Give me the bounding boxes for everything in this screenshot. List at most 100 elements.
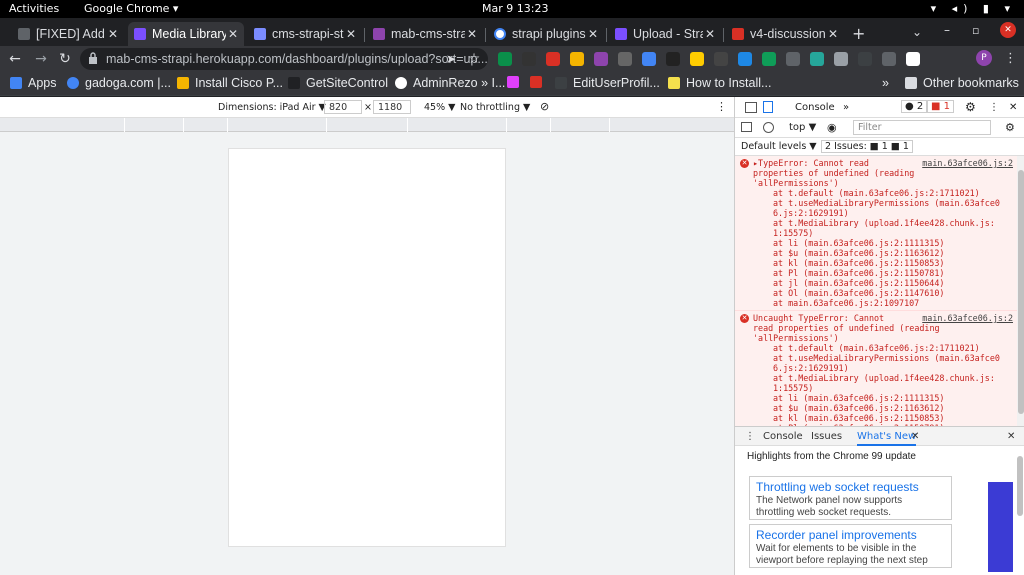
emulated-page[interactable] [228,148,506,547]
app-menu[interactable]: Google Chrome ▾ [84,2,178,15]
stack-trace-line[interactable]: 1:15575) [753,383,1013,393]
tab-search-icon[interactable]: ⌄ [912,25,922,39]
sidebar-toggle-icon[interactable] [741,122,752,132]
tab-cms-strapi[interactable]: cms-strapi-sto ✕ [248,22,362,46]
tab-close-icon[interactable]: ✕ [226,27,240,41]
drawer-tab-whats-new[interactable]: What's New [857,431,917,446]
stack-trace-line[interactable]: at kl (main.63afce06.js:2:1150853) [753,413,1013,423]
activities-button[interactable]: Activities [9,2,59,15]
stack-trace-line[interactable]: at t.useMediaLibraryPermissions (main.63… [753,353,1013,363]
stack-trace-line[interactable]: at $u (main.63afce06.js:2:1163612) [753,403,1013,413]
bookmark-apps[interactable]: Apps [10,76,57,90]
error-source-link[interactable]: main.63afce06.js:2 [922,313,1013,323]
stack-trace-line[interactable]: at Ol (main.63afce06.js:2:1147610) [753,288,1013,298]
device-toggle-icon[interactable] [763,101,773,113]
console-scrollbar[interactable] [1017,156,1024,426]
stack-trace-line[interactable]: at jl (main.63afce06.js:2:1150644) [753,278,1013,288]
stack-trace-line[interactable]: 6.js:2:1629191) [753,208,1013,218]
tab-strapi-plugins[interactable]: strapi plugins ✕ [488,22,604,46]
log-levels-select[interactable]: Default levels ▼ [741,141,817,152]
console-error-entry[interactable]: ✕ main.63afce06.js:2 ▸TypeError: Cannot re… [735,156,1017,311]
ext-x-icon[interactable] [738,52,752,66]
console-output[interactable]: ✕ main.63afce06.js:2 ▸TypeError: Cannot re… [735,156,1017,426]
ext-circle-icon[interactable] [642,52,656,66]
chrome-menu-icon[interactable]: ⋮ [1004,51,1017,66]
tab-fixed-add[interactable]: [FIXED] Add b ✕ [12,22,124,46]
bookmark-instagram[interactable] [507,76,525,88]
inspect-element-icon[interactable] [745,102,757,113]
stack-trace-line[interactable]: at $u (main.63afce06.js:2:1163612) [753,248,1013,258]
issues-counter-button[interactable]: 2 Issues: ■ 1 ■ 1 [821,140,913,153]
devtools-close-icon[interactable]: ✕ [1009,102,1017,113]
whats-new-card[interactable]: Recorder panel improvements Wait for ele… [749,524,952,568]
stack-trace-line[interactable]: at li (main.63afce06.js:2:1111315) [753,393,1013,403]
stack-trace-line[interactable]: 1:15575) [753,228,1013,238]
forward-button[interactable]: → [32,50,50,68]
ext-wifi-icon[interactable] [522,52,536,66]
ext-gear-icon[interactable] [618,52,632,66]
devtools-menu-icon[interactable]: ⋮ [989,102,999,113]
card-title[interactable]: Recorder panel improvements [756,528,945,542]
other-bookmarks[interactable]: Other bookmarks [905,76,1019,90]
console-error-entry[interactable]: ✕ main.63afce06.js:2 Uncaught TypeError: C… [735,311,1017,426]
minimize-button[interactable]: – [944,23,950,37]
bookmark-gadoga[interactable]: gadoga.com |... [67,76,171,90]
media-query-ruler[interactable] [0,118,734,132]
bookmark-how-to-install[interactable]: How to Install... [668,76,771,90]
stack-trace-line[interactable]: at t.default (main.63afce06.js:2:1711021… [753,343,1013,353]
tab-close-icon[interactable]: ✕ [826,27,840,41]
bookmark-star-icon[interactable]: ☆ [465,50,483,68]
tab-close-icon[interactable]: ✕ [344,27,358,41]
tab-close-icon[interactable]: ✕ [586,27,600,41]
drawer-tab-close-icon[interactable]: ✕ [911,431,919,442]
ext-arrow-icon[interactable] [762,52,776,66]
console-settings-gear-icon[interactable]: ⚙ [1005,121,1015,134]
ext-fl-icon[interactable] [666,52,680,66]
stack-trace-line[interactable]: at Pl (main.63afce06.js:2:1150781) [753,268,1013,278]
bookmark-getsitecontrol[interactable]: GetSiteControl [288,76,388,90]
zoom-select[interactable]: 45% ▼ [424,102,455,113]
clear-console-icon[interactable] [763,122,774,133]
rotate-icon[interactable]: ⊘ [540,100,549,113]
ext-puzzle-icon[interactable] [882,52,896,66]
scrollbar-thumb[interactable] [1018,170,1024,414]
stack-trace-line[interactable]: 6.js:2:1629191) [753,363,1013,373]
tab-console[interactable]: Console [795,102,835,113]
new-tab-button[interactable]: + [852,24,865,43]
ext-grid-icon[interactable] [690,52,704,66]
tab-v4-discussion[interactable]: v4-discussion ✕ [726,22,844,46]
stack-trace-line[interactable]: at t.MediaLibrary (upload.1f4ee428.chunk… [753,218,1013,228]
drawer-close-icon[interactable]: ✕ [1007,431,1015,442]
clock[interactable]: Mar 9 13:23 [482,2,548,15]
tab-close-icon[interactable]: ✕ [106,27,120,41]
whats-new-card[interactable]: Throttling web socket requests The Netwo… [749,476,952,520]
ext-globe-icon[interactable] [834,52,848,66]
ext-green-icon[interactable] [498,52,512,66]
settings-gear-icon[interactable]: ⚙ [965,100,976,114]
address-bar[interactable]: mab-cms-strapi.herokuapp.com/dashboard/p… [80,48,488,70]
bookmark-youtube[interactable] [530,76,548,88]
stack-trace-line[interactable]: at kl (main.63afce06.js:2:1150853) [753,258,1013,268]
tab-upload-strapi[interactable]: Upload - Strap ✕ [609,22,721,46]
issues-badge[interactable]: ■ 1 [927,100,954,113]
context-select[interactable]: top ▼ [789,122,816,133]
tab-close-icon[interactable]: ✕ [703,27,717,41]
tab-close-icon[interactable]: ✕ [465,27,479,41]
ext-vue-icon[interactable] [714,52,728,66]
drawer-menu-icon[interactable]: ⋮ [745,431,755,442]
drawer-tab-console[interactable]: Console [763,431,803,442]
panel-scrollbar-thumb[interactable] [1017,456,1023,516]
ext-purple-icon[interactable] [594,52,608,66]
stack-trace-line[interactable]: at li (main.63afce06.js:2:1111315) [753,238,1013,248]
console-filter-input[interactable]: Filter [853,120,991,135]
device-width-input[interactable]: 820 [324,100,362,114]
error-source-link[interactable]: main.63afce06.js:2 [922,158,1013,168]
throttling-select[interactable]: No throttling ▼ [460,102,530,113]
drawer-tab-issues[interactable]: Issues [811,431,842,442]
bookmark-edituserprofile[interactable]: EditUserProfil... [555,76,660,90]
send-to-devices-icon[interactable]: ➤ [442,50,460,68]
device-height-input[interactable]: 1180 [373,100,411,114]
ext-react-icon[interactable] [786,52,800,66]
stack-trace-line[interactable]: at t.default (main.63afce06.js:2:1711021… [753,188,1013,198]
url-text[interactable]: mab-cms-strapi.herokuapp.com/dashboard/p… [106,52,488,66]
